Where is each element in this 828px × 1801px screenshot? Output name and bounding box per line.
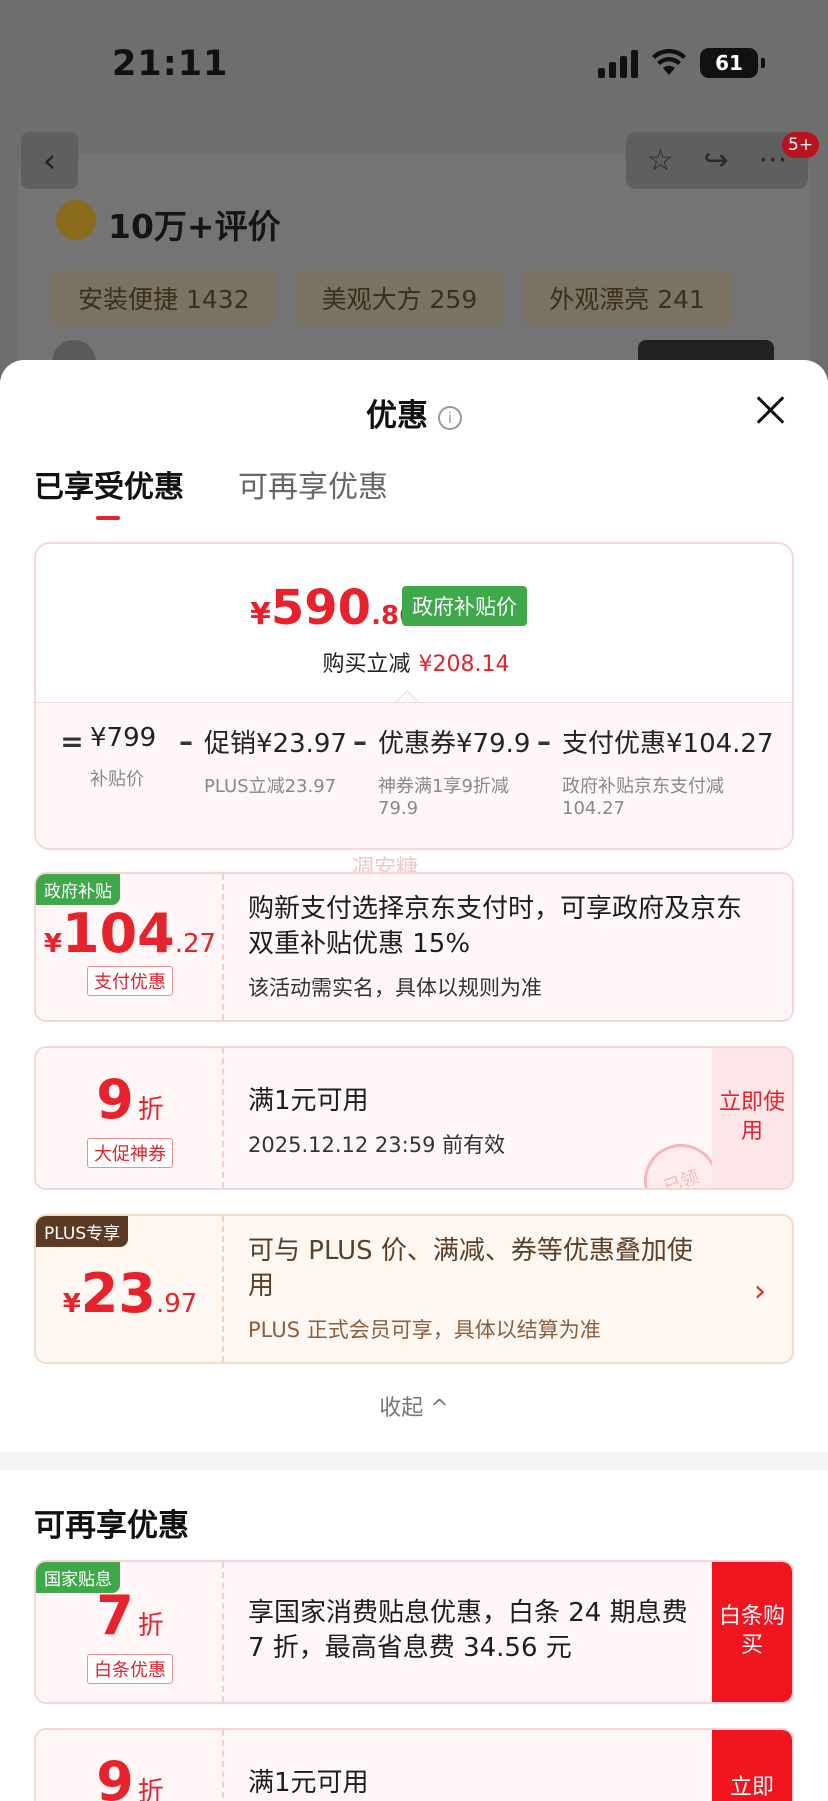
formula-item: 促销¥23.97 PLUS立减23.97 [204, 729, 347, 797]
emoji-icon [56, 200, 96, 240]
card-amount: 9折 [96, 1750, 164, 1801]
card-chip: 支付优惠 [87, 966, 173, 996]
card-amount: 7折 [96, 1584, 164, 1647]
baitiao-buy-button[interactable]: 白条购买 [712, 1562, 792, 1702]
status-icons: 61 [598, 48, 765, 78]
tab-bar: 已享受优惠 可再享优惠 [34, 462, 388, 520]
save-line: 购买立减 ¥208.14 [322, 652, 510, 677]
review-tag[interactable]: 美观大方 259 [295, 270, 504, 326]
coupon-card-plus[interactable]: PLUS专享 ¥23.97 可与 PLUS 价、满减、券等优惠叠加使用 PLUS… [34, 1214, 794, 1364]
battery-icon: 61 [700, 48, 765, 78]
back-button[interactable]: ‹ [21, 132, 78, 189]
price-summary: ¥ 590 .86 政府补贴价 购买立减 ¥208.14 = ¥799 补贴价 –… [34, 542, 794, 850]
sheet-header: 优惠 i [0, 390, 828, 435]
price-formula: = ¥799 补贴价 – 促销¥23.97 PLUS立减23.97 – 优惠券¥… [60, 723, 774, 819]
card-amount: ¥23.97 [62, 1262, 198, 1325]
card-text: 满1元可用 [248, 1768, 369, 1798]
close-icon[interactable] [750, 390, 790, 430]
section-title-more: 可再享优惠 [34, 1508, 189, 1544]
final-price: ¥ 590 .86 [250, 580, 418, 636]
card-text: 满1元可用 [248, 1086, 369, 1116]
tab-more[interactable]: 可再享优惠 [238, 462, 388, 506]
coupon-card-gov-subsidy: 政府补贴 ¥104.27 支付优惠 购新支付选择京东支付时，可享政府及京东双重补… [34, 872, 794, 1022]
card-text: 享国家消费贴息优惠，白条 24 期息费 7 折，最高省息费 34.56 元 [248, 1598, 688, 1664]
formula-item: 支付优惠¥104.27 政府补贴京东支付减104.27 [562, 729, 774, 819]
card-ribbon: 政府补贴 [36, 874, 120, 905]
formula-item: 优惠券¥79.9 神券满1享9折减79.9 [378, 729, 531, 819]
review-title: 10万+评价 [108, 207, 281, 246]
sheet-title: 优惠 [366, 398, 428, 434]
status-time: 21:11 [112, 44, 229, 84]
status-bar: 21:11 61 [0, 0, 828, 130]
collapse-button[interactable]: 收起 ^ [0, 1390, 828, 1422]
card-note: PLUS 正式会员可享，具体以结算为准 [248, 1318, 601, 1343]
save-amount: ¥208.14 [418, 652, 510, 677]
coupon-card-discount-2: 9折 满1元可用 立即 [34, 1728, 794, 1801]
card-ribbon: PLUS专享 [36, 1216, 129, 1247]
formula-item: ¥799 补贴价 [90, 723, 157, 790]
info-icon[interactable]: i [438, 406, 462, 430]
price-badge: 政府补贴价 [402, 586, 527, 626]
section-divider [0, 1452, 828, 1470]
signal-icon [598, 48, 638, 78]
card-chip: 白条优惠 [87, 1654, 173, 1684]
card-amount: 9折 [96, 1068, 164, 1131]
notification-badge: 5+ [782, 132, 820, 158]
card-text: 购新支付选择京东支付时，可享政府及京东双重补贴优惠 15% [248, 894, 743, 960]
use-now-button[interactable]: 立即使用 [712, 1048, 792, 1188]
share-icon[interactable]: ↪ [704, 143, 729, 178]
card-amount: ¥104.27 [43, 902, 217, 965]
use-now-button[interactable]: 立即 [712, 1730, 792, 1801]
discount-sheet: 优惠 i 已享受优惠 可再享优惠 ¥ 590 .86 政府补贴价 购买立减 ¥208… [0, 360, 828, 1801]
wifi-icon [652, 49, 686, 75]
tab-enjoyed[interactable]: 已享受优惠 [34, 462, 184, 520]
review-tag[interactable]: 安装便捷 1432 [52, 270, 276, 326]
top-actions: ☆ ↪ ··· [626, 132, 808, 189]
background-page: 21:11 61 ‹ ☆ ↪ ··· 5+ 10万+评价 安装便捷 1432 美… [0, 0, 828, 380]
review-tags: 安装便捷 1432 美观大方 259 外观漂亮 241 [52, 270, 731, 326]
card-note: 2025.12.12 23:59 前有效 [248, 1133, 506, 1158]
card-text: 可与 PLUS 价、满减、券等优惠叠加使用 [248, 1236, 693, 1302]
card-chip: 大促神券 [87, 1138, 173, 1168]
coupon-card-interest: 国家贴息 7折 白条优惠 享国家消费贴息优惠，白条 24 期息费 7 折，最高省… [34, 1560, 794, 1704]
star-icon[interactable]: ☆ [647, 143, 674, 178]
coupon-card-discount: 9折 大促神券 满1元可用 2025.12.12 23:59 前有效 已领 立即… [34, 1046, 794, 1190]
card-note: 该活动需实名，具体以规则为准 [248, 976, 542, 1001]
review-tag[interactable]: 外观漂亮 241 [523, 270, 731, 326]
chevron-right-icon[interactable]: › [754, 1274, 766, 1309]
